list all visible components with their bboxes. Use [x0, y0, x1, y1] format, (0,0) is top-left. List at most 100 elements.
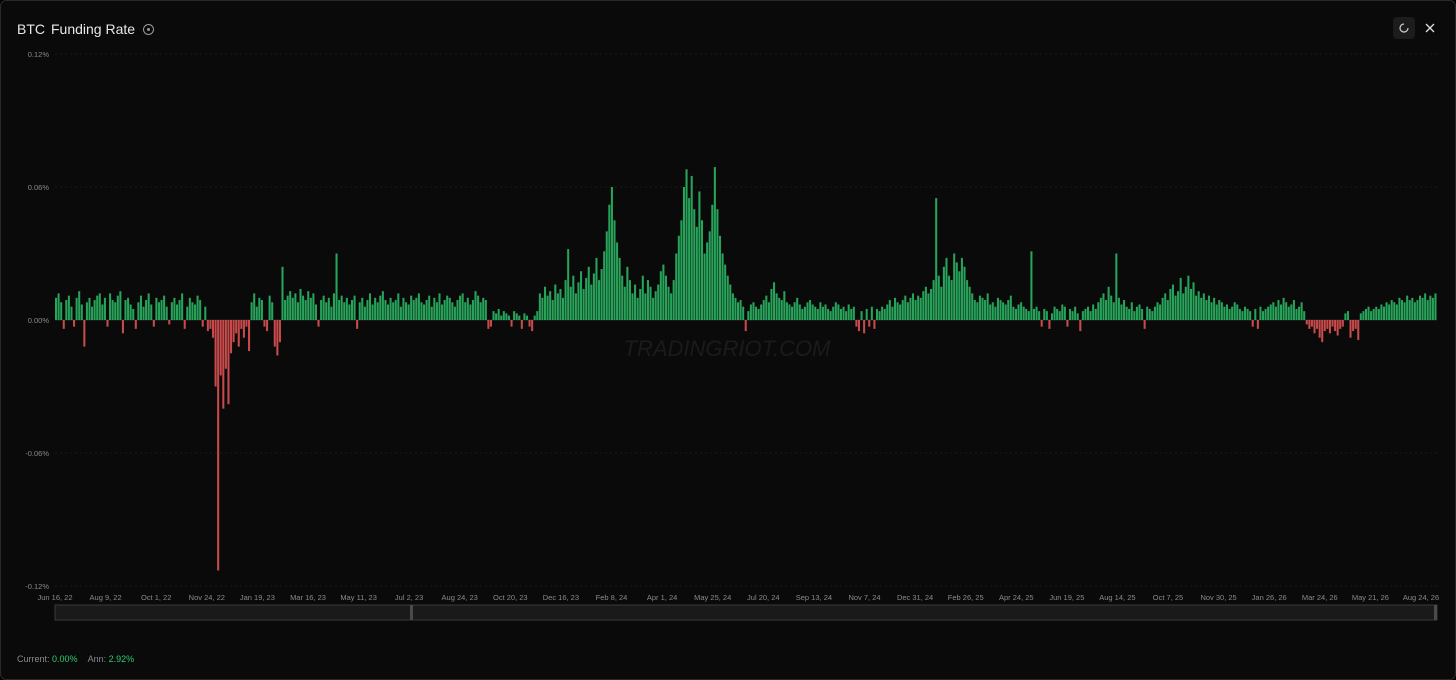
funding-bar — [587, 266, 590, 320]
funding-bar — [1272, 302, 1275, 320]
funding-bar — [966, 280, 969, 320]
funding-bar — [628, 280, 631, 320]
funding-bar — [551, 300, 554, 320]
funding-bar — [127, 297, 130, 320]
funding-bar — [240, 320, 243, 329]
funding-bar — [1076, 313, 1079, 320]
x-tick-label: Mar 24, 26 — [1302, 593, 1338, 602]
funding-bar — [428, 295, 431, 320]
funding-bar — [958, 271, 961, 320]
funding-bar — [729, 284, 732, 320]
funding-bar — [502, 311, 505, 320]
funding-bar — [489, 320, 492, 327]
funding-bar — [793, 302, 796, 320]
funding-bar — [1269, 304, 1272, 320]
funding-bar — [585, 277, 588, 320]
funding-bar — [870, 306, 873, 320]
funding-bar — [1110, 295, 1113, 320]
funding-bar — [163, 295, 166, 320]
funding-bar — [1344, 313, 1347, 320]
navigator-handle-right[interactable] — [1434, 605, 1437, 620]
funding-bar — [670, 293, 673, 320]
funding-bar — [762, 300, 765, 320]
funding-bar — [837, 304, 840, 320]
funding-bar — [567, 249, 570, 320]
funding-bar — [88, 297, 91, 320]
funding-bar — [1050, 313, 1054, 320]
funding-bar — [1079, 320, 1082, 332]
funding-bar — [1308, 320, 1311, 329]
funding-bar — [631, 293, 634, 320]
funding-bar — [1084, 308, 1087, 320]
funding-bar — [963, 266, 966, 320]
funding-bar — [1189, 288, 1192, 320]
funding-bar — [304, 300, 307, 320]
funding-bar — [1159, 304, 1162, 320]
funding-bar — [417, 293, 420, 320]
funding-bar — [286, 295, 289, 320]
funding-bar — [1174, 295, 1177, 320]
range-navigator[interactable] — [54, 604, 1438, 621]
x-tick-label: Oct 20, 23 — [493, 593, 528, 602]
funding-bar — [1267, 306, 1270, 320]
funding-bar — [106, 320, 109, 327]
funding-bar — [618, 257, 621, 320]
funding-bar — [561, 297, 565, 320]
funding-bar — [806, 302, 809, 320]
funding-bar — [1413, 302, 1416, 320]
funding-bar — [394, 300, 397, 320]
x-tick-label: May 21, 26 — [1352, 593, 1389, 602]
funding-bar — [103, 297, 106, 320]
funding-bar — [549, 291, 552, 320]
funding-bar — [1426, 300, 1429, 320]
funding-bar — [80, 304, 83, 320]
funding-bar — [621, 275, 624, 320]
y-tick-label: 0.06% — [28, 183, 50, 192]
navigator-handle-left[interactable] — [410, 605, 413, 620]
x-tick-label: Sep 13, 24 — [796, 593, 832, 602]
navigator-track[interactable] — [54, 604, 1438, 621]
funding-bar — [610, 187, 613, 320]
funding-bar — [564, 280, 567, 320]
funding-bar — [271, 302, 274, 320]
funding-bar — [899, 304, 902, 320]
funding-bar — [101, 304, 104, 320]
funding-bar — [289, 291, 292, 320]
funding-bar — [258, 297, 261, 320]
chart-panel: BTC Funding Rate 0.12% 0.06% 0.00% -0.06% -0… — [0, 0, 1456, 680]
funding-bar — [461, 293, 464, 320]
funding-bar — [821, 306, 824, 320]
funding-bar — [1200, 297, 1203, 320]
funding-bar — [1022, 306, 1025, 320]
funding-bar — [646, 280, 649, 320]
funding-bar — [978, 295, 981, 320]
funding-bar — [868, 320, 871, 327]
funding-bar — [919, 297, 922, 320]
stats-footer: Current: 0.00% Ann: 2.92% — [17, 654, 134, 664]
funding-bar — [1184, 286, 1187, 320]
funding-bar — [1202, 293, 1205, 320]
funding-bar — [698, 191, 701, 320]
funding-bar — [682, 187, 686, 320]
funding-bar — [142, 306, 145, 320]
funding-bar — [930, 288, 933, 320]
funding-bar — [796, 297, 799, 320]
funding-bar — [1117, 297, 1120, 320]
funding-bar — [165, 306, 168, 320]
funding-bar — [937, 275, 940, 320]
funding-bar — [57, 293, 60, 320]
funding-bar — [181, 293, 184, 320]
funding-bar — [1017, 304, 1020, 320]
funding-bar — [1171, 284, 1174, 320]
funding-bar — [672, 280, 675, 320]
funding-bar — [1380, 304, 1383, 320]
funding-bar — [734, 297, 737, 320]
funding-bar — [291, 297, 294, 320]
funding-bar — [1285, 302, 1288, 320]
funding-bar — [981, 297, 984, 320]
funding-bar — [1305, 320, 1308, 325]
funding-bar — [425, 300, 428, 320]
funding-bar — [459, 295, 462, 320]
funding-bar — [675, 253, 678, 320]
funding-bar — [479, 302, 482, 320]
